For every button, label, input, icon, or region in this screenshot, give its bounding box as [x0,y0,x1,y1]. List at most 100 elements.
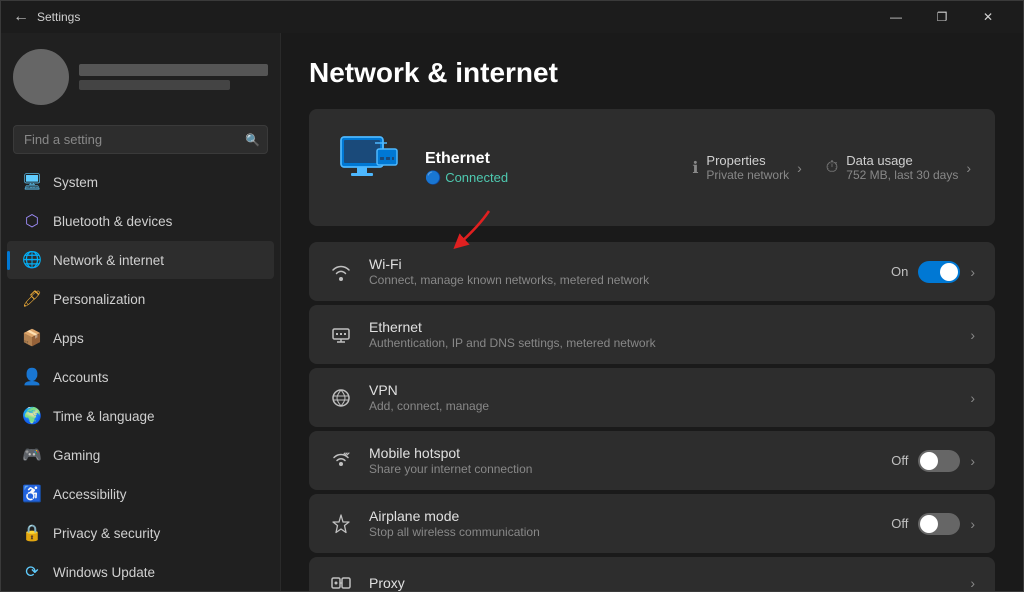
settings-window: ← Settings — ❐ ✕ 🔍 [0,0,1024,592]
system-icon: 🖥 [23,173,41,191]
airplane-icon [329,512,353,536]
minimize-button[interactable]: — [873,1,919,33]
sidebar-item-bluetooth[interactable]: ⬡ Bluetooth & devices [7,202,274,240]
profile-section [1,33,280,121]
properties-text: Properties Private network [706,153,789,182]
hotspot-chevron: › [970,453,975,469]
maximize-button[interactable]: ❐ [919,1,965,33]
proxy-info: Proxy [369,575,954,591]
wifi-icon [329,260,353,284]
vpn-info: VPN Add, connect, manage [369,382,954,413]
ethernet-chevron: › [970,327,975,343]
properties-label: Properties [706,153,789,168]
data-usage-icon: ⏱ [826,159,838,177]
sidebar-item-accessibility[interactable]: ♿ Accessibility [7,475,274,513]
wifi-chevron: › [970,264,975,280]
ethernet-right: › [970,327,975,343]
airplane-sub: Stop all wireless communication [369,525,875,539]
update-icon: ⟳ [23,563,41,581]
net-item-proxy[interactable]: Proxy › [309,557,995,591]
toggle-label-wifi: On [891,264,908,279]
net-item-ethernet[interactable]: Ethernet Authentication, IP and DNS sett… [309,305,995,364]
back-icon[interactable]: ← [13,8,29,26]
sidebar-label-update: Windows Update [53,565,155,580]
hotspot-sub: Share your internet connection [369,462,875,476]
accounts-icon: 👤 [23,368,41,386]
annotation-arrow [429,206,509,250]
airplane-right: Off › [891,513,975,535]
ethernet-icon [329,323,353,347]
wifi-right: On › [891,261,975,283]
connected-icon: 🔵 [425,170,441,186]
toggle-wifi[interactable] [918,261,960,283]
data-usage-chevron: › [966,160,971,176]
vpn-icon [329,386,353,410]
apps-icon: 📦 [23,329,41,347]
search-input[interactable] [13,125,268,154]
sidebar-item-network[interactable]: 🌐 Network & internet [7,241,274,279]
toggle-label-hotspot: Off [891,453,908,468]
network-icon: 🌐 [23,251,41,269]
page-title: Network & internet [309,57,995,89]
sidebar-item-apps[interactable]: 📦 Apps [7,319,274,357]
airplane-chevron: › [970,516,975,532]
net-item-wifi[interactable]: Wi-Fi Connect, manage known networks, me… [309,242,995,301]
search-icon: 🔍 [245,133,260,147]
personalization-icon: 🖊 [23,290,41,308]
accessibility-icon: ♿ [23,485,41,503]
toggle-hotspot[interactable] [918,450,960,472]
gaming-icon: 🎮 [23,446,41,464]
ethernet-card-title: Ethernet [425,150,672,168]
main-content: 🔍 🖥 System ⬡ Bluetooth & devices 🌐 Netwo… [1,33,1023,591]
ethernet-status: 🔵 Connected [425,170,672,186]
sidebar-item-update[interactable]: ⟳ Windows Update [7,553,274,591]
sidebar-item-personalization[interactable]: 🖊 Personalization [7,280,274,318]
sidebar-item-accounts[interactable]: 👤 Accounts [7,358,274,396]
sidebar-item-gaming[interactable]: 🎮 Gaming [7,436,274,474]
vpn-right: › [970,390,975,406]
sidebar-label-accounts: Accounts [53,370,109,385]
properties-icon: ℹ [692,158,698,178]
net-item-vpn[interactable]: VPN Add, connect, manage › [309,368,995,427]
profile-name [79,64,268,76]
ethernet-actions: ℹ Properties Private network › ⏱ Data us… [692,153,971,182]
wifi-info: Wi-Fi Connect, manage known networks, me… [369,256,875,287]
bluetooth-icon: ⬡ [23,212,41,230]
hotspot-title: Mobile hotspot [369,445,875,461]
close-button[interactable]: ✕ [965,1,1011,33]
ethernet-info: Ethernet 🔵 Connected [425,150,672,186]
ethernet-info: Ethernet Authentication, IP and DNS sett… [369,319,954,350]
sidebar-item-time[interactable]: 🌍 Time & language [7,397,274,435]
ethernet-sub: Authentication, IP and DNS settings, met… [369,336,954,350]
proxy-icon [329,571,353,591]
sidebar-label-network: Network & internet [53,253,164,268]
toggle-thumb-airplane [920,515,938,533]
sidebar-item-privacy[interactable]: 🔒 Privacy & security [7,514,274,552]
sidebar-label-personalization: Personalization [53,292,145,307]
ethernet-title: Ethernet [369,319,954,335]
content-area: Network & internet [281,33,1023,591]
titlebar-controls: — ❐ ✕ [873,1,1011,33]
ethernet-card[interactable]: Ethernet 🔵 Connected ℹ Properties Privat… [309,109,995,226]
vpn-sub: Add, connect, manage [369,399,954,413]
titlebar: ← Settings — ❐ ✕ [1,1,1023,33]
window-title: Settings [37,10,80,24]
toggle-airplane[interactable] [918,513,960,535]
data-usage-action[interactable]: ⏱ Data usage 752 MB, last 30 days › [826,153,971,182]
net-item-airplane[interactable]: Airplane mode Stop all wireless communic… [309,494,995,553]
hotspot-right: Off › [891,450,975,472]
profile-info [79,64,268,90]
proxy-chevron: › [970,575,975,591]
sidebar-label-gaming: Gaming [53,448,100,463]
properties-sub: Private network [706,168,789,182]
sidebar-label-accessibility: Accessibility [53,487,127,502]
wifi-sub: Connect, manage known networks, metered … [369,273,875,287]
sidebar-nav: 🖥 System ⬡ Bluetooth & devices 🌐 Network… [1,162,280,591]
vpn-chevron: › [970,390,975,406]
ethernet-icon [333,129,405,206]
net-item-hotspot[interactable]: Mobile hotspot Share your internet conne… [309,431,995,490]
properties-action[interactable]: ℹ Properties Private network › [692,153,801,182]
hotspot-info: Mobile hotspot Share your internet conne… [369,445,875,476]
sidebar-label-system: System [53,175,98,190]
sidebar-item-system[interactable]: 🖥 System [7,163,274,201]
